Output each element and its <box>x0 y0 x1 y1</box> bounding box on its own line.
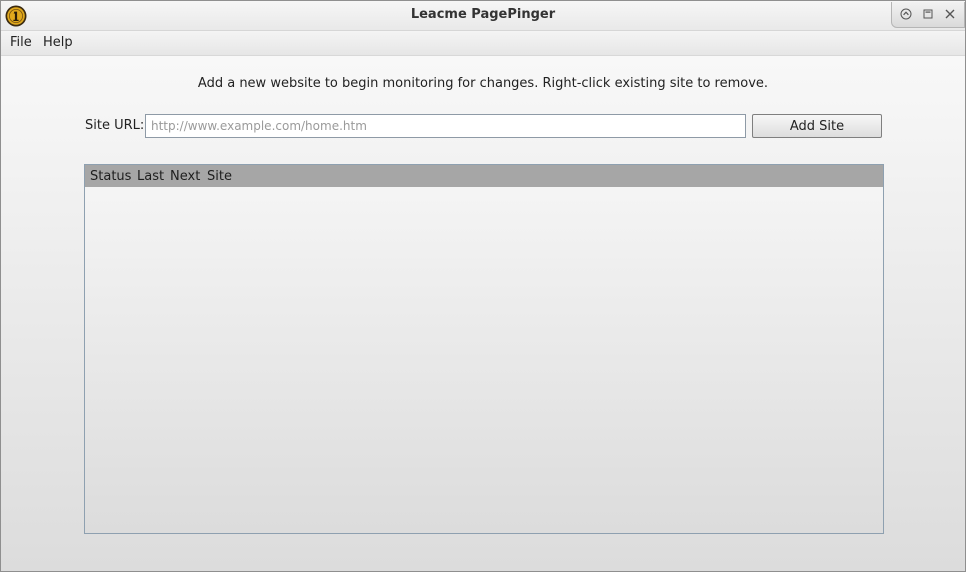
column-header-next[interactable]: Next <box>170 169 200 184</box>
instruction-text: Add a new website to begin monitoring fo… <box>197 76 769 91</box>
menu-help[interactable]: Help <box>43 35 73 50</box>
menu-file[interactable]: File <box>10 35 32 50</box>
site-url-input[interactable] <box>145 114 746 138</box>
window-controls <box>891 2 965 28</box>
column-header-site[interactable]: Site <box>207 169 232 184</box>
add-site-button[interactable]: Add Site <box>752 114 882 138</box>
title-bar[interactable]: Leacme PagePinger <box>1 1 965 31</box>
window-title: Leacme PagePinger <box>410 7 556 22</box>
site-url-label: Site URL: <box>85 118 145 133</box>
table-body[interactable] <box>85 187 883 533</box>
app-window: Leacme PagePinger File Help Add a new we… <box>0 0 966 572</box>
column-header-last[interactable]: Last <box>137 169 164 184</box>
table-header: Status Last Next Site <box>85 165 883 187</box>
column-header-status[interactable]: Status <box>90 169 131 184</box>
minimize-icon[interactable] <box>899 7 913 21</box>
maximize-icon[interactable] <box>921 7 935 21</box>
menu-bar: File Help <box>1 31 965 56</box>
close-icon[interactable] <box>943 7 957 21</box>
sites-table[interactable]: Status Last Next Site <box>84 164 884 534</box>
